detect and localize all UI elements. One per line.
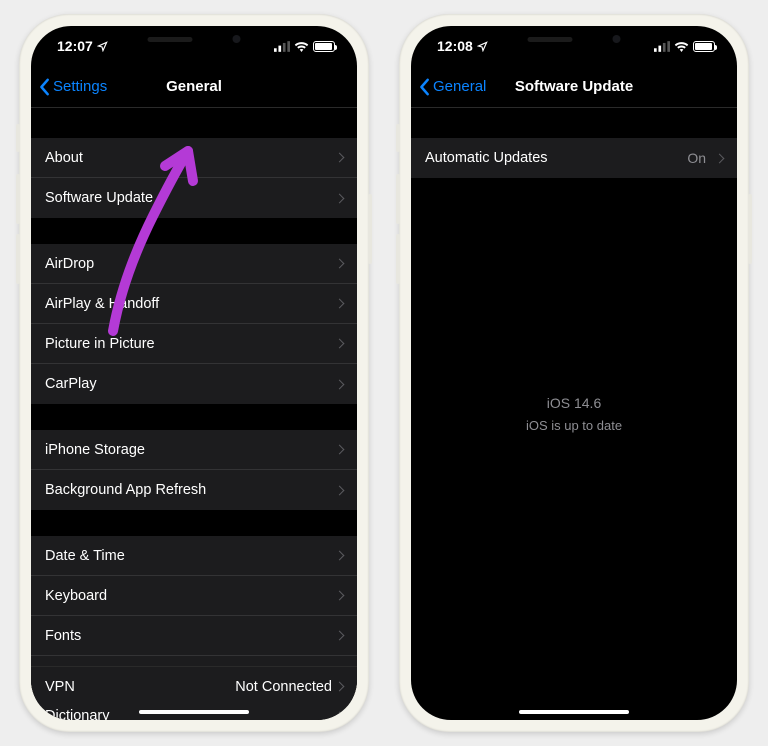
silence-switch[interactable] — [396, 124, 400, 152]
cellular-icon — [654, 41, 670, 52]
group-auto-updates: Automatic Updates On — [411, 138, 737, 178]
row-label: VPN — [45, 679, 75, 695]
back-button[interactable]: General — [419, 78, 486, 96]
row-background-app-refresh[interactable]: Background App Refresh — [31, 470, 357, 510]
volume-up-button[interactable] — [16, 174, 20, 224]
speaker-grill — [528, 37, 573, 42]
chevron-right-icon — [335, 153, 345, 163]
row-label: Date & Time — [45, 548, 125, 564]
home-indicator[interactable] — [139, 710, 249, 714]
row-label: About — [45, 150, 83, 166]
back-label: Settings — [53, 78, 107, 95]
chevron-right-icon — [335, 551, 345, 561]
row-label: Background App Refresh — [45, 482, 206, 498]
nav-bar: Settings General — [31, 66, 357, 108]
chevron-right-icon — [335, 339, 345, 349]
front-camera — [613, 35, 621, 43]
wifi-icon — [294, 41, 309, 52]
row-label: Dictionary — [45, 708, 109, 720]
row-airplay-handoff[interactable]: AirPlay & Handoff — [31, 284, 357, 324]
chevron-right-icon — [335, 259, 345, 269]
chevron-right-icon — [335, 379, 345, 389]
chevron-right-icon — [335, 711, 345, 720]
battery-icon — [313, 41, 335, 52]
chevron-right-icon — [335, 445, 345, 455]
row-label: Keyboard — [45, 588, 107, 604]
content-general[interactable]: About Software Update AirDrop AirPlay & … — [31, 108, 357, 720]
group-storage: iPhone Storage Background App Refresh — [31, 430, 357, 510]
notch — [497, 26, 652, 52]
update-message: iOS is up to date — [411, 416, 737, 436]
wifi-icon — [674, 41, 689, 52]
content-software-update[interactable]: Automatic Updates On iOS 14.6 iOS is up … — [411, 108, 737, 720]
row-keyboard[interactable]: Keyboard — [31, 576, 357, 616]
location-icon — [97, 41, 108, 52]
row-airdrop[interactable]: AirDrop — [31, 244, 357, 284]
chevron-right-icon — [335, 193, 345, 203]
silence-switch[interactable] — [16, 124, 20, 152]
row-label: CarPlay — [45, 376, 97, 392]
row-automatic-updates[interactable]: Automatic Updates On — [411, 138, 737, 178]
status-time: 12:07 — [57, 38, 93, 54]
back-label: General — [433, 78, 486, 95]
power-button[interactable] — [368, 194, 372, 264]
chevron-left-icon — [419, 78, 431, 96]
row-software-update[interactable]: Software Update — [31, 178, 357, 218]
row-label: Fonts — [45, 628, 81, 644]
update-status: iOS 14.6 iOS is up to date — [411, 393, 737, 436]
row-vpn[interactable]: VPN Not Connected — [31, 666, 357, 706]
volume-up-button[interactable] — [396, 174, 400, 224]
row-label: AirDrop — [45, 256, 94, 272]
row-carplay[interactable]: CarPlay — [31, 364, 357, 404]
phone-right: 12:08 General Software Update Automatic … — [399, 14, 749, 732]
row-fonts[interactable]: Fonts — [31, 616, 357, 656]
chevron-right-icon — [335, 485, 345, 495]
row-label: AirPlay & Handoff — [45, 296, 159, 312]
row-label: Automatic Updates — [425, 150, 548, 166]
row-iphone-storage[interactable]: iPhone Storage — [31, 430, 357, 470]
row-date-time[interactable]: Date & Time — [31, 536, 357, 576]
screen-general: 12:07 Settings General About Software Up… — [31, 26, 357, 720]
row-label: iPhone Storage — [45, 442, 145, 458]
chevron-right-icon — [335, 591, 345, 601]
row-picture-in-picture[interactable]: Picture in Picture — [31, 324, 357, 364]
row-value: On — [687, 150, 706, 166]
ios-version: iOS 14.6 — [411, 393, 737, 414]
volume-down-button[interactable] — [16, 234, 20, 284]
chevron-right-icon — [335, 299, 345, 309]
front-camera — [233, 35, 241, 43]
chevron-right-icon — [335, 631, 345, 641]
group-connectivity: AirDrop AirPlay & Handoff Picture in Pic… — [31, 244, 357, 404]
row-label: Picture in Picture — [45, 336, 155, 352]
chevron-right-icon — [715, 153, 725, 163]
home-indicator[interactable] — [519, 710, 629, 714]
location-icon — [477, 41, 488, 52]
screen-software-update: 12:08 General Software Update Automatic … — [411, 26, 737, 720]
battery-icon — [693, 41, 715, 52]
back-button[interactable]: Settings — [39, 78, 107, 96]
power-button[interactable] — [748, 194, 752, 264]
volume-down-button[interactable] — [396, 234, 400, 284]
row-about[interactable]: About — [31, 138, 357, 178]
status-time: 12:08 — [437, 38, 473, 54]
nav-bar: General Software Update — [411, 66, 737, 108]
cellular-icon — [274, 41, 290, 52]
speaker-grill — [148, 37, 193, 42]
phone-left: 12:07 Settings General About Software Up… — [19, 14, 369, 732]
row-value: Not Connected — [235, 679, 332, 695]
notch — [117, 26, 272, 52]
row-label: Software Update — [45, 190, 153, 206]
chevron-right-icon — [335, 682, 345, 692]
group-info: About Software Update — [31, 138, 357, 218]
chevron-left-icon — [39, 78, 51, 96]
